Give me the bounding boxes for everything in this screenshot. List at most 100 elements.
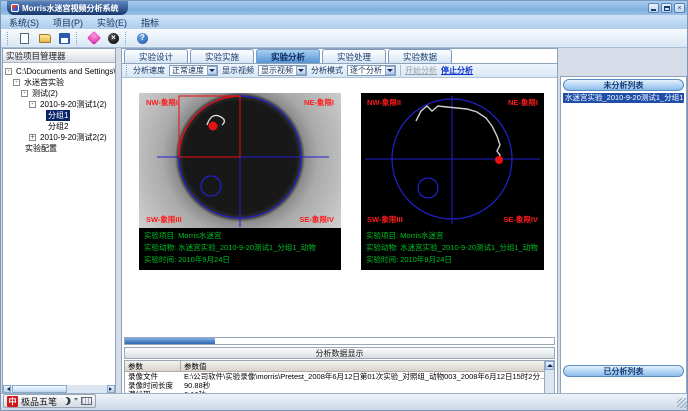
data-panel-title: 分析数据显示	[124, 347, 555, 359]
unanalyzed-list-item[interactable]: 水迷宫实验_2010-9-20测试1_分组1_动物	[563, 93, 684, 103]
analysis-toolbar: 分析速度 正常速度 显示视频 显示视频 分析模式 逐个分析 开始分析 停止分析	[122, 63, 557, 78]
menu-indicators[interactable]: 指标	[141, 16, 159, 29]
open-folder-icon	[39, 34, 51, 43]
camera-view-panel: NW-象限II NE-象限I SW-象限III SE-象限IV 实验项目: Mo…	[139, 93, 341, 270]
tree-node-root[interactable]: -C:\Documents and Settings\Adm	[5, 66, 115, 77]
quadrant-label-se: SE-象限IV	[299, 214, 334, 225]
half-moon-icon[interactable]	[60, 397, 68, 405]
tab-experiment-analysis[interactable]: 实验分析	[256, 49, 320, 63]
collapse-icon[interactable]: -	[21, 90, 28, 97]
save-button[interactable]	[56, 31, 73, 46]
scroll-right-icon[interactable]	[107, 385, 115, 393]
tree-horizontal-scrollbar[interactable]	[3, 385, 115, 393]
help-button[interactable]: ?	[134, 31, 151, 46]
scroll-up-icon[interactable]	[545, 361, 554, 370]
maximize-icon	[664, 6, 670, 11]
status-bar	[1, 393, 688, 410]
chevron-down-icon[interactable]	[296, 66, 306, 75]
new-file-icon	[20, 33, 29, 44]
close-button[interactable]: ×	[674, 3, 685, 13]
tree-node-config[interactable]: 实验配置	[5, 143, 115, 154]
progress-fill	[125, 338, 215, 344]
show-video-select[interactable]: 显示视频	[258, 65, 307, 76]
maze-camera-image: NW-象限II NE-象限I SW-象限III SE-象限IV	[139, 93, 341, 228]
tab-bar: 实验设计 实验实施 实验分析 实验处理 实验数据	[124, 49, 452, 63]
analysis-data-panel: 分析数据显示 参数 参数值 录像文件E:\公司软件\实验录像\morris\Pr…	[124, 347, 555, 393]
quadrant-label-ne: NE-象限I	[508, 97, 538, 108]
app-window: Morris水迷宫视频分析系统 × 系统(S) 项目(P) 实验(E) 指标 ×…	[0, 0, 688, 411]
scrollbar-thumb[interactable]	[12, 385, 67, 393]
menu-system[interactable]: 系统(S)	[9, 16, 39, 29]
collapse-icon[interactable]: -	[5, 68, 12, 75]
menu-experiment[interactable]: 实验(E)	[97, 16, 127, 29]
analyzed-list-header: 已分析列表	[563, 365, 684, 377]
close-icon: ×	[677, 5, 681, 12]
quadrant-label-se: SE-象限IV	[503, 214, 538, 225]
unanalyzed-list-header: 未分析列表	[563, 79, 684, 91]
quadrant-label-ne: NE-象限I	[304, 97, 334, 108]
quadrant-label-nw: NW-象限II	[146, 97, 180, 108]
punctuation-icon[interactable]: ”	[74, 397, 78, 406]
menu-project[interactable]: 项目(P)	[53, 16, 83, 29]
tab-experiment-design[interactable]: 实验设计	[124, 49, 188, 63]
column-header-value[interactable]: 参数值	[181, 361, 554, 371]
tree-node-group2[interactable]: 分组2	[5, 121, 115, 132]
tree-node-test1[interactable]: -2010-9-20测试1(2)	[5, 99, 115, 110]
ime-toolbar: 中 极品五笔 ”	[3, 394, 96, 408]
experiment-time-line: 实验时间: 2010年9月24日	[144, 254, 336, 266]
analysis-progress-bar	[124, 337, 555, 345]
quadrant-label-nw: NW-象限II	[367, 97, 401, 108]
mode-select[interactable]: 逐个分析	[347, 65, 396, 76]
tab-experiment-run[interactable]: 实验实施	[190, 49, 254, 63]
analysis-workspace: 实验设计 实验实施 实验分析 实验处理 实验数据 分析速度 正常速度 显示视频 …	[121, 48, 558, 394]
analyze-icon	[86, 31, 100, 45]
stop-button[interactable]: ×	[105, 31, 122, 46]
speed-label: 分析速度	[133, 65, 165, 76]
quadrant-label-sw: SW-象限III	[367, 214, 403, 225]
resize-grip[interactable]	[677, 398, 687, 408]
stop-icon: ×	[108, 33, 119, 44]
expand-icon[interactable]: +	[29, 134, 36, 141]
video-area: NW-象限II NE-象限I SW-象限III SE-象限IV 实验项目: Mo…	[122, 79, 557, 335]
keyboard-icon[interactable]	[81, 397, 92, 405]
help-icon: ?	[137, 33, 148, 44]
main-toolbar: × ?	[1, 29, 688, 48]
ime-logo-icon[interactable]: 中	[7, 396, 18, 407]
project-explorer-title: 实验项目管理器	[3, 49, 115, 63]
open-project-button[interactable]	[36, 31, 53, 46]
experiment-animal-line: 实验动物: 水迷宫实验_2010-9-20测试1_分组1_动物	[366, 242, 539, 254]
toolbar-grip	[76, 32, 79, 45]
collapse-icon[interactable]: -	[13, 79, 20, 86]
experiment-info-block: 实验项目: Morris水迷宫 实验动物: 水迷宫实验_2010-9-20测试1…	[139, 228, 341, 270]
ime-name[interactable]: 极品五笔	[21, 395, 57, 408]
start-analysis-link[interactable]: 开始分析	[405, 65, 437, 76]
project-tree: -C:\Documents and Settings\Adm -水迷宫实验 -测…	[3, 64, 115, 385]
chevron-down-icon[interactable]	[207, 66, 217, 75]
tree-node-tests[interactable]: -测试(2)	[5, 88, 115, 99]
new-project-button[interactable]	[16, 31, 33, 46]
tab-experiment-processing[interactable]: 实验处理	[322, 49, 386, 63]
column-header-param[interactable]: 参数	[125, 361, 181, 371]
chevron-down-icon[interactable]	[385, 66, 395, 75]
experiment-info-block: 实验项目: Morris水迷宫 实验动物: 水迷宫实验_2010-9-20测试1…	[361, 228, 544, 270]
minimize-button[interactable]	[648, 3, 659, 13]
experiment-time-line: 实验时间: 2010年9月24日	[366, 254, 539, 266]
experiment-animal-line: 实验动物: 水迷宫实验_2010-9-20测试1_分组1_动物	[144, 242, 336, 254]
show-video-label: 显示视频	[222, 65, 254, 76]
analysis-lists-panel: 未分析列表 水迷宫实验_2010-9-20测试1_分组1_动物 已分析列表	[560, 76, 687, 394]
tree-node-test2[interactable]: +2010-9-20测试2(2)	[5, 132, 115, 143]
maximize-button[interactable]	[661, 3, 672, 13]
tree-node-experiment[interactable]: -水迷宫实验	[5, 77, 115, 88]
experiment-project-line: 实验项目: Morris水迷宫	[366, 230, 539, 242]
stop-analysis-link[interactable]: 停止分析	[441, 65, 473, 76]
menu-bar: 系统(S) 项目(P) 实验(E) 指标	[1, 15, 688, 29]
toolbar-grip	[7, 32, 10, 45]
trajectory-plot: NW-象限II NE-象限I SW-象限III SE-象限IV	[361, 93, 544, 228]
speed-select[interactable]: 正常速度	[169, 65, 218, 76]
title-bar: Morris水迷宫视频分析系统 ×	[1, 1, 688, 15]
tree-node-group1[interactable]: 分组1	[5, 110, 115, 121]
analyze-button[interactable]	[85, 31, 102, 46]
collapse-icon[interactable]: -	[29, 101, 36, 108]
scroll-left-icon[interactable]	[3, 385, 11, 393]
tab-experiment-data[interactable]: 实验数据	[388, 49, 452, 63]
